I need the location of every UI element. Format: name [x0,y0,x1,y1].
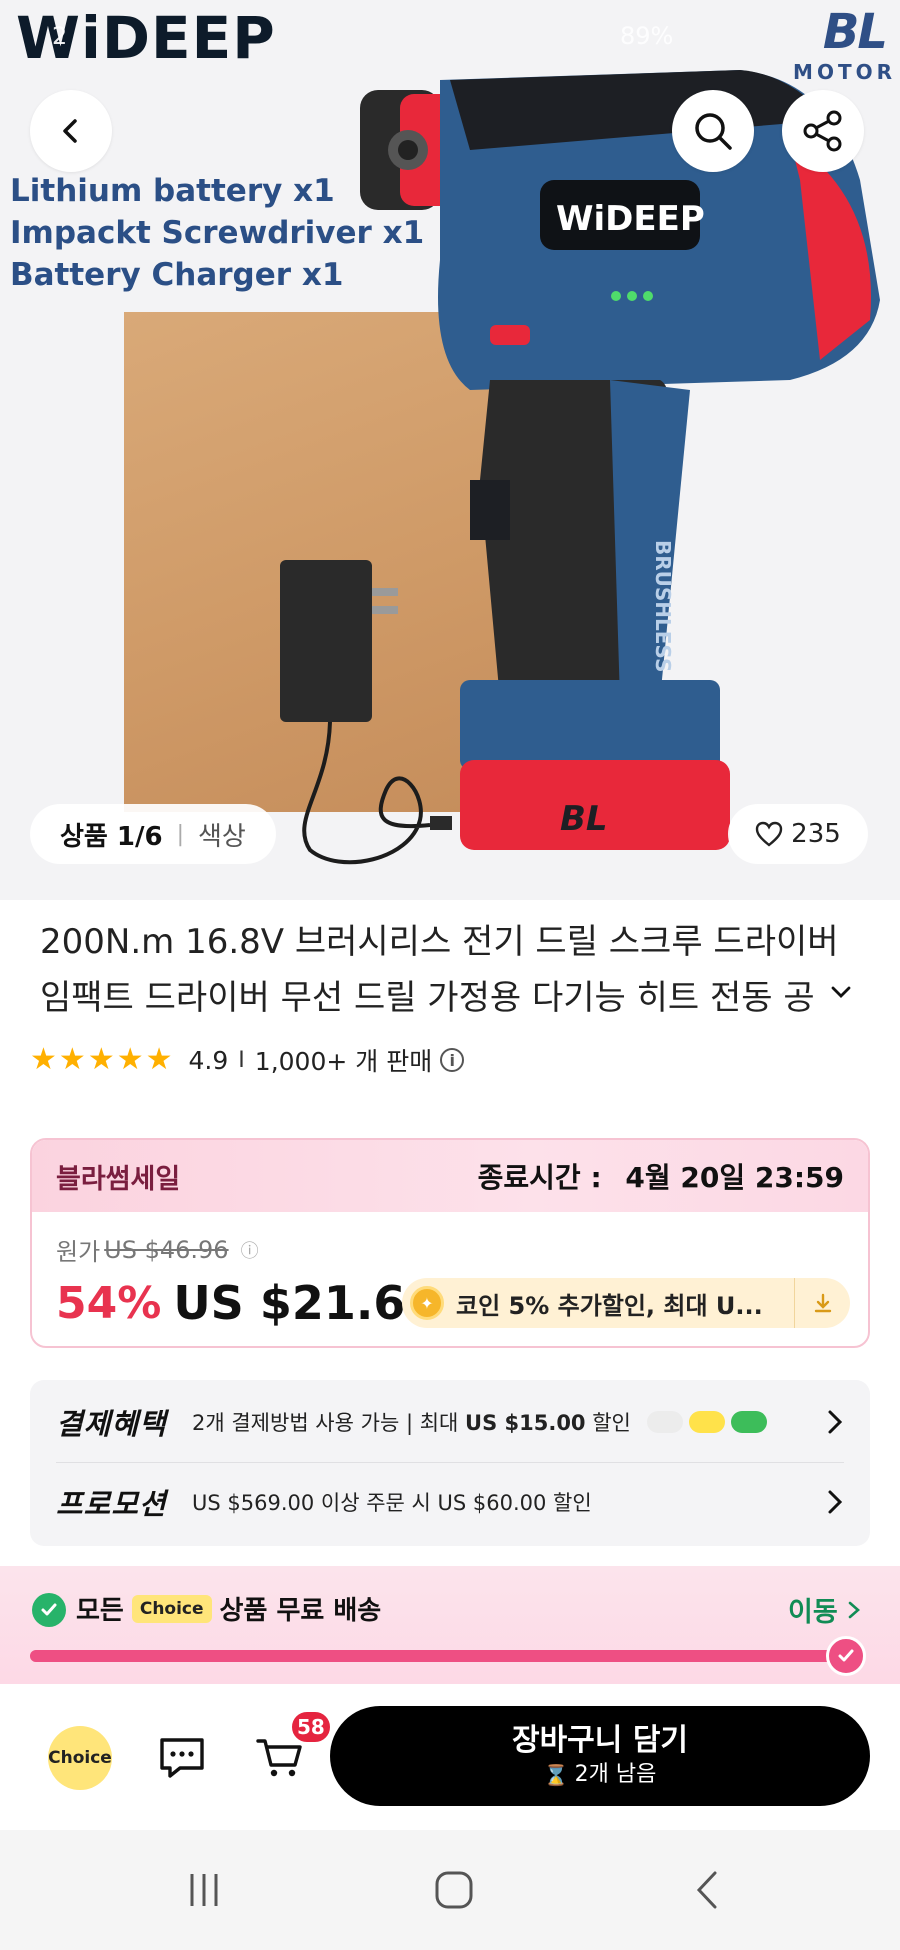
payment-method-icons [646,1411,773,1433]
sale-end-label: 종료시간 : [477,1161,602,1194]
star-icon: ★ [87,1042,115,1077]
rating-value: 4.9 [188,1045,229,1075]
choice-tag: Choice [131,1594,212,1623]
home-icon [435,1871,473,1909]
drill-brand-text: WiDEEP [556,199,705,239]
original-price: US $46.96 [104,1235,229,1264]
heart-icon [755,821,783,847]
drill-side-text: BRUSHLESS [651,540,675,672]
promotion-text: US $569.00 이상 주문 시 US $60.00 할인 [192,1491,592,1515]
chevron-right-icon [828,1490,843,1514]
stock-left-text: 2개 남음 [574,1762,657,1787]
payment-benefit-label: 결제혜택 [56,1407,167,1441]
bl-logo-text: BL [822,4,888,60]
chevron-left-icon [63,119,77,143]
star-icon: ★ [30,1042,57,1077]
naver-pay-icon [730,1411,767,1433]
hourglass-icon: ⌛ [543,1763,569,1787]
battery-charger [280,560,372,722]
card-pay-icon [646,1411,683,1433]
gallery-indicator[interactable]: 상품 1/6 | 색상 [30,804,276,864]
benefits-card: 결제혜택 2개 결제방법 사용 가능 | 최대 US $15.00 할인 프로모… [30,1380,870,1546]
add-to-cart-button[interactable]: 장바구니 담기 ⌛ 2개 남음 [330,1706,870,1806]
choice-button[interactable]: Choice [48,1726,112,1790]
cart-count-badge: 58 [290,1710,332,1744]
gallery-separator: | [176,821,184,847]
star-icon: ★ [58,1042,86,1077]
coin-discount-text: 코인 5% 추가할인, 최대 U... [456,1291,763,1320]
like-count: 235 [791,819,841,849]
coin-icon: ✦ [410,1286,444,1320]
progress-complete-icon [826,1636,866,1676]
shipping-move-link[interactable]: 이동 [788,1590,862,1629]
product-image-gallery[interactable]: WiDEEP 2 89% BL MOTOR Lithium battery x1… [0,0,900,900]
back-icon [696,1871,717,1909]
sale-header: 블라썸세일 종료시간 : 4월 20일 23:59 [32,1140,868,1212]
shipping-progress-fill [30,1650,836,1662]
expand-title-chevron-icon[interactable] [830,984,852,1000]
download-icon [814,1293,831,1313]
wishlist-button[interactable]: 235 [728,804,868,864]
coin-discount-pill[interactable]: ✦ 코인 5% 추가할인, 최대 U... [402,1278,850,1328]
rating-stars: ★ ★ ★ ★ ★ [30,1045,175,1075]
payment-benefit-text: 2개 결제방법 사용 가능 | 최대 US $15.00 할인 [192,1407,631,1437]
add-to-cart-label: 장바구니 담기 [511,1723,689,1758]
gallery-count: 상품 1/6 [60,821,163,852]
cart-icon [256,1739,302,1777]
impact-driver-image: WiDEEP BRUSHLESS BL [360,70,880,850]
check-circle-icon [32,1593,66,1627]
search-icon [695,113,732,150]
title-line-1: 200N.m 16.8V 브러시리스 전기 드릴 스크루 드라이버 [40,922,839,962]
chevron-right-icon [828,1410,843,1434]
payment-benefit-row[interactable]: 결제혜택 2개 결제방법 사용 가능 | 최대 US $15.00 할인 [30,1382,870,1462]
coin-download-button[interactable] [794,1278,850,1328]
info-icon[interactable]: i [440,1048,465,1072]
discount-percent: 54% [56,1277,162,1329]
star-icon: ★ [116,1042,144,1077]
sale-end-date: 4월 20일 23:59 [625,1161,844,1194]
sale-event-name: 블라썸세일 [56,1163,181,1195]
sale-end-time: 종료시간 : 4월 20일 23:59 [478,1156,844,1196]
shipping-progress-bar [30,1650,860,1662]
sale-price-card: 블라썸세일 종료시간 : 4월 20일 23:59 원가 US $46.96 ⓘ… [30,1138,870,1348]
sale-price: US $21.60 [173,1276,438,1330]
stock-left: ⌛ 2개 남음 [544,1760,657,1790]
share-icon [803,110,842,152]
search-button[interactable] [672,90,754,172]
rating-divider: I [238,1047,245,1073]
status-battery: 89% [620,22,674,50]
product-title[interactable]: 200N.m 16.8V 브러시리스 전기 드릴 스크루 드라이버 임팩트 드라… [40,914,860,1026]
payment-text-suffix: 할인 [585,1411,631,1435]
rating-row[interactable]: ★ ★ ★ ★ ★ 4.9 I 1,000+ 개 판매 i [30,1040,465,1080]
promotion-row[interactable]: 프로모션 US $569.00 이상 주문 시 US $60.00 할인 [30,1462,870,1542]
title-line-2: 임팩트 드라이버 무선 드릴 가정용 다기능 히트 전동 공 [40,978,815,1018]
shipping-prefix: 모든 [76,1596,124,1626]
chat-icon [160,1738,204,1778]
status-time: 2 [52,22,68,50]
recent-apps-icon [190,1874,218,1906]
free-shipping-text: 모든 Choice 상품 무료 배송 [76,1590,381,1627]
price-info-icon[interactable]: ⓘ [241,1237,259,1263]
price-row: 54% US $21.60 [56,1276,437,1330]
share-button[interactable] [782,90,864,172]
star-icon: ★ [145,1042,173,1077]
original-price-label: 원가 [56,1238,101,1266]
gallery-color-tab[interactable]: 색상 [198,816,246,853]
home-button[interactable] [424,1862,484,1918]
back-button[interactable] [30,90,112,172]
chat-button[interactable] [150,1726,214,1790]
original-price-row: 원가 US $46.96 ⓘ [56,1232,259,1267]
chevron-right-icon [848,1601,860,1618]
sold-count: 1,000+ 개 판매 [254,1047,433,1076]
move-label: 이동 [788,1597,838,1628]
payment-text-prefix: 2개 결제방법 사용 가능 | 최대 [192,1411,466,1435]
shipping-suffix: 상품 무료 배송 [219,1596,382,1626]
payment-text-amount: US $15.00 [465,1411,586,1435]
kakao-pay-icon [688,1411,725,1433]
system-back-button[interactable] [678,1862,738,1918]
promotion-label: 프로모션 [56,1487,167,1521]
battery-brand-text: BL [560,799,608,839]
recent-apps-button[interactable] [174,1862,234,1918]
